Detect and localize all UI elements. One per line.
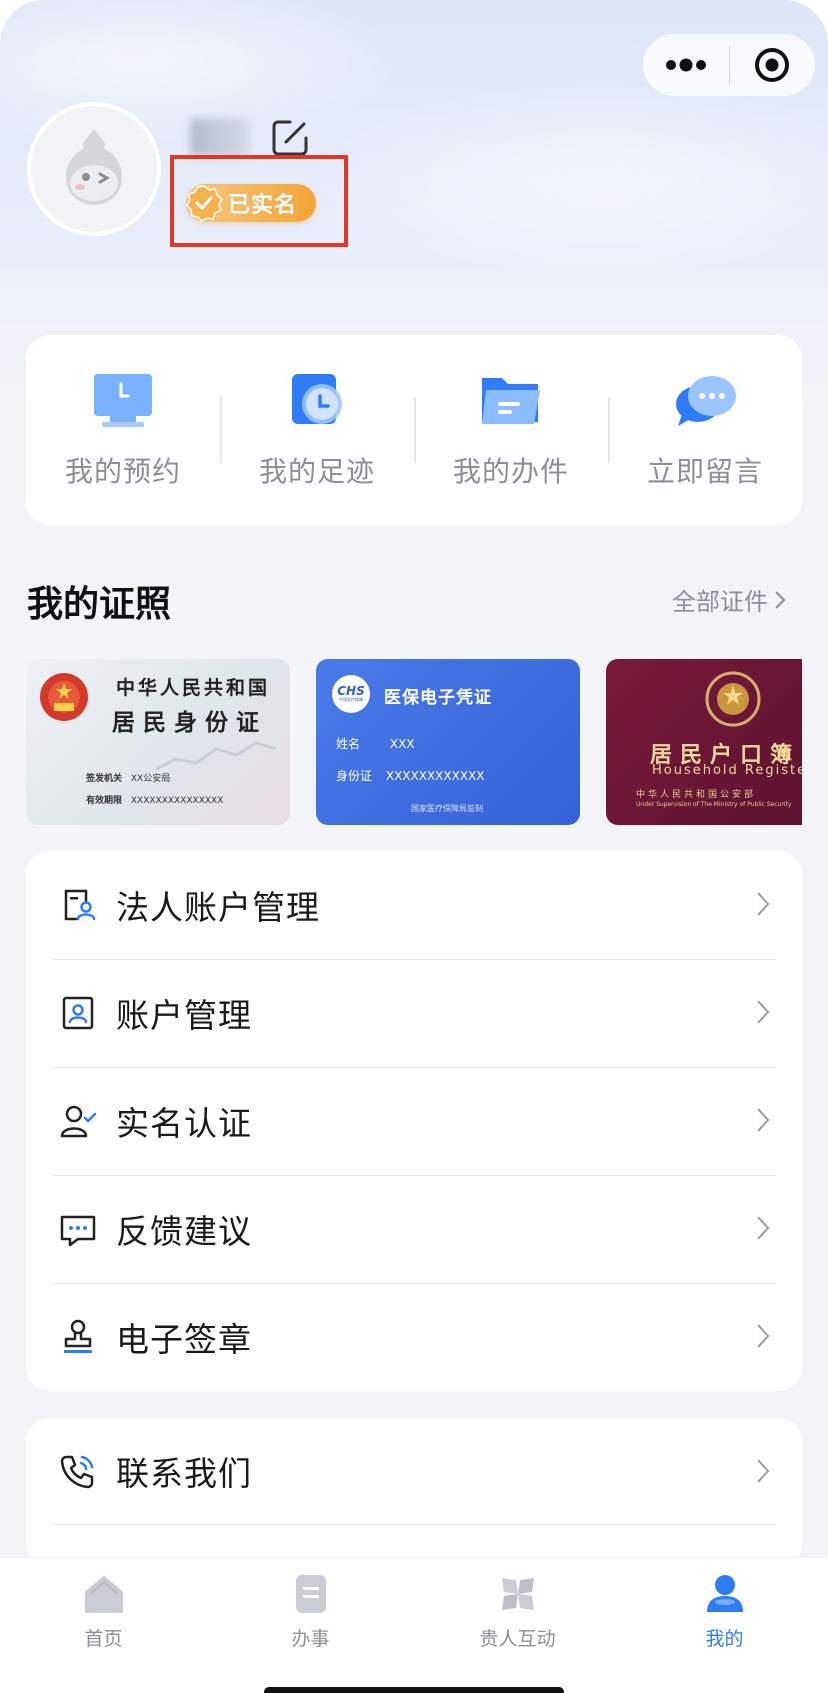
- row-divider: [52, 1524, 776, 1525]
- menu-contact-us[interactable]: 联系我们: [26, 1418, 802, 1524]
- national-emblem-icon: [40, 673, 88, 721]
- feedback-icon: [60, 1215, 96, 1247]
- home-indicator: [264, 1687, 564, 1693]
- calendar-clock-icon: [94, 374, 152, 427]
- stamp-icon: [64, 1319, 92, 1353]
- chat-bubbles-icon: [676, 376, 736, 426]
- account-card-icon: [62, 996, 94, 1030]
- tab-label: 贵人互动: [479, 1628, 556, 1650]
- contact-menu: 联系我们: [26, 1418, 802, 1568]
- quick-label: 我的预约: [64, 455, 181, 488]
- phone-icon: [60, 1455, 94, 1489]
- bottom-tab-bar: 首页 办事 贵人互动 我的: [0, 1557, 828, 1693]
- tab-services[interactable]: 办事: [207, 1558, 414, 1693]
- tab-label: 我的: [705, 1628, 744, 1650]
- corporate-account-icon: [64, 889, 96, 921]
- menu-label: 联系我们: [116, 1454, 252, 1493]
- doc-icon: [295, 1575, 326, 1613]
- quick-actions: 我的预约 我的足迹 我的办件 立即留言: [26, 335, 802, 525]
- chevron-right-icon: [757, 1108, 770, 1132]
- quick-label: 我的足迹: [258, 455, 375, 488]
- chevron-right-icon: [757, 892, 770, 916]
- menu-label: 电子签章: [116, 1320, 252, 1359]
- insurance-footer: 国家医疗保障局监制: [411, 804, 483, 813]
- highlight-box: [170, 155, 348, 247]
- menu-label: 反馈建议: [116, 1212, 252, 1251]
- all-licenses-link[interactable]: 全部证件: [672, 582, 786, 617]
- user-icon: [706, 1575, 743, 1612]
- insurance-name-row: 姓名 XXX: [336, 737, 415, 751]
- menu-label: 法人账户管理: [116, 888, 320, 927]
- clock-doc-icon: [292, 374, 342, 424]
- folder-icon: [482, 378, 540, 424]
- menu-account-management[interactable]: 账户管理: [26, 959, 802, 1067]
- id-field-issuer: 签发机关 XX公安局: [86, 774, 171, 784]
- more-dots-icon: [665, 58, 706, 72]
- avatar[interactable]: [27, 102, 161, 236]
- id-field-validity: 有效期限 XXXXXXXXXXXXXXX: [86, 796, 224, 806]
- all-licenses-label: 全部证件: [672, 588, 768, 616]
- great-wall-watermark: [156, 741, 276, 771]
- id-card[interactable]: 中华人民共和国 居民身份证 签发机关 XX公安局 有效期限 XXXXXXXXXX…: [26, 659, 290, 825]
- household-sub-cn: 中华人民共和国公安部: [636, 790, 757, 800]
- id-title-line1: 中华人民共和国: [116, 677, 271, 699]
- menu-label: 账户管理: [116, 996, 252, 1035]
- section-title: 我的证照: [27, 584, 172, 625]
- target-close-icon: [755, 48, 790, 82]
- chevron-right-icon: [757, 1459, 770, 1483]
- quick-my-appointments[interactable]: 我的预约: [26, 335, 220, 525]
- mine-page: 已实名 我的预约 我的足迹 我的办件 立即留言 我的证照 全部证件 中华人民共和…: [0, 0, 828, 1693]
- household-register-card[interactable]: 居民户口簿 Household Register 中华人民共和国公安部 Unde…: [606, 659, 802, 825]
- chevron-right-icon: [757, 1000, 770, 1024]
- tab-mine[interactable]: 我的: [621, 1558, 828, 1693]
- quick-my-cases[interactable]: 我的办件: [414, 335, 608, 525]
- tab-label: 首页: [84, 1628, 123, 1650]
- user-check-icon: [60, 1105, 97, 1138]
- tab-home[interactable]: 首页: [0, 1558, 207, 1693]
- avatar-mascot: [66, 129, 122, 205]
- household-title-en: Household Register: [652, 763, 802, 778]
- household-sub-en: Under Supervision of The Ministry of Pub…: [636, 801, 792, 808]
- quick-label: 立即留言: [646, 455, 763, 488]
- national-emblem-gold-icon: [705, 671, 761, 727]
- license-carousel[interactable]: 中华人民共和国 居民身份证 签发机关 XX公安局 有效期限 XXXXXXXXXX…: [26, 659, 802, 825]
- close-button[interactable]: [730, 34, 816, 96]
- menu-corporate-account[interactable]: 法人账户管理: [26, 851, 802, 959]
- insurance-title: 医保电子凭证: [384, 688, 492, 708]
- account-menu: 法人账户管理 账户管理 实名认证 反馈建议 电子签章: [26, 851, 802, 1391]
- username: [190, 118, 250, 156]
- medical-insurance-card[interactable]: CHS 中国医疗保障 医保电子凭证 姓名 XXX 身份证 XXXXXXXXXXX…: [316, 659, 580, 825]
- chevron-right-icon: [775, 590, 786, 609]
- home-icon: [84, 1576, 123, 1613]
- insurance-id-row: 身份证 XXXXXXXXXXXX: [336, 769, 485, 783]
- quick-my-footprint[interactable]: 我的足迹: [220, 335, 414, 525]
- edit-icon[interactable]: [270, 118, 310, 158]
- interaction-icon: [501, 1578, 534, 1610]
- chevron-right-icon: [757, 1324, 770, 1348]
- menu-real-name-auth[interactable]: 实名认证: [26, 1067, 802, 1175]
- menu-label: 实名认证: [116, 1104, 252, 1143]
- chs-logo: CHS 中国医疗保障: [332, 675, 370, 713]
- menu-e-seal[interactable]: 电子签章: [26, 1283, 802, 1391]
- tab-interaction[interactable]: 贵人互动: [414, 1558, 621, 1693]
- miniprogram-capsule: [643, 34, 815, 96]
- menu-feedback[interactable]: 反馈建议: [26, 1175, 802, 1283]
- quick-leave-message[interactable]: 立即留言: [608, 335, 802, 525]
- quick-label: 我的办件: [452, 455, 569, 488]
- chevron-right-icon: [757, 1216, 770, 1240]
- more-button[interactable]: [643, 34, 729, 96]
- tab-label: 办事: [291, 1628, 330, 1650]
